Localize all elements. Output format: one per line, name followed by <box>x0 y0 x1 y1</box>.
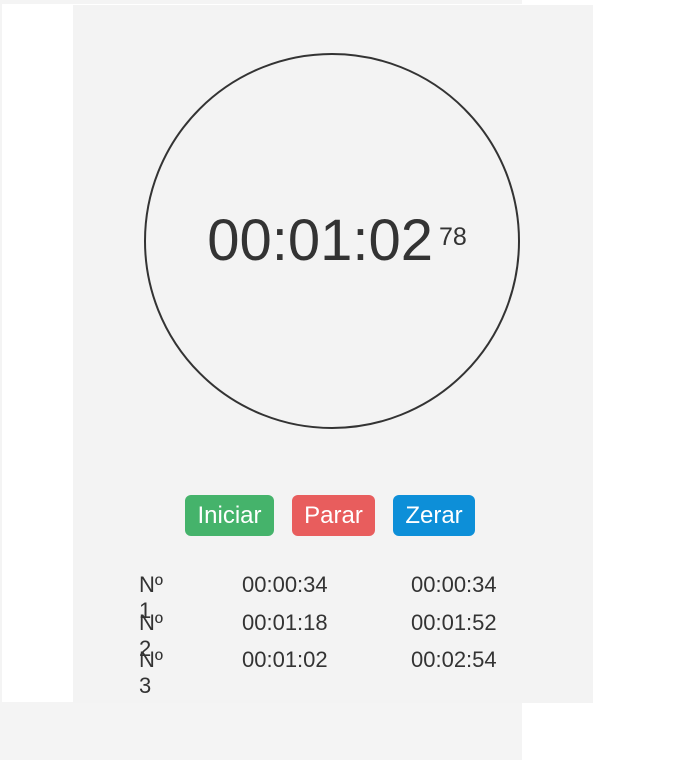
time-display: 00:01:02 78 <box>144 53 520 429</box>
reset-button[interactable]: Zerar <box>393 495 475 536</box>
stop-button[interactable]: Parar <box>292 495 375 536</box>
elapsed-time: 00:01:02 <box>207 208 433 273</box>
lap-total-time: 00:01:52 <box>411 609 497 635</box>
background-top-strip <box>0 0 522 4</box>
lap-total-time: 00:00:34 <box>411 572 497 597</box>
lap-total-time: 00:02:54 <box>411 647 497 672</box>
control-buttons: Iniciar Parar Zerar <box>185 495 475 536</box>
elapsed-hundredths: 78 <box>438 222 467 251</box>
background-left-strip <box>0 0 2 702</box>
lap-number: Nº 3 <box>139 647 163 698</box>
background-bottom-block <box>0 702 522 760</box>
lap-split-time: 00:01:02 <box>242 647 328 672</box>
lap-split-time: 00:01:18 <box>242 609 328 635</box>
start-button[interactable]: Iniciar <box>185 495 274 536</box>
time-readout: 00:01:02 78 <box>207 212 467 270</box>
lap-split-time: 00:00:34 <box>242 572 328 597</box>
